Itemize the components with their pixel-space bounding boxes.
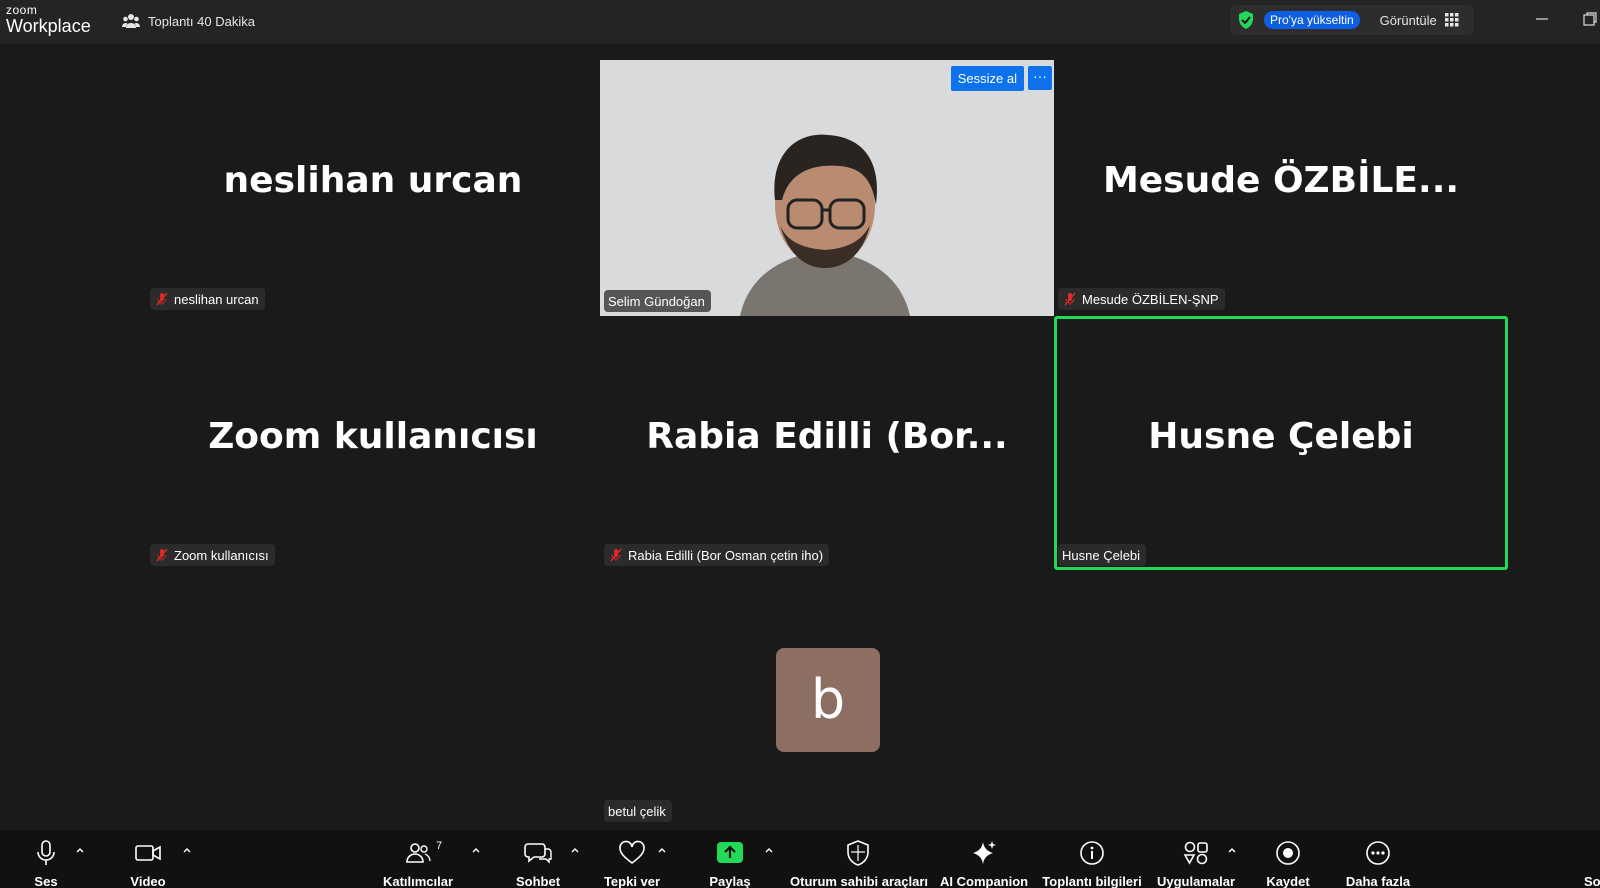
chat-bubble-icon: [524, 843, 552, 864]
record-label: Kaydet: [1266, 874, 1310, 888]
participant-nameplate: betul çelik: [604, 800, 672, 822]
video-camera-icon: [135, 845, 161, 861]
host-tools-button[interactable]: Oturum sahibi araçları: [790, 830, 928, 888]
record-button[interactable]: Kaydet: [1258, 830, 1318, 888]
person-video-feed: [600, 60, 1054, 316]
active-speaker-tile[interactable]: Husne Çelebi Husne Çelebi: [1054, 316, 1508, 570]
minimize-icon[interactable]: [1534, 11, 1550, 27]
title-bar: zoom Workplace Toplantı 40 Dakika Pro'ya…: [0, 0, 1600, 44]
apps-label: Uygulamalar: [1156, 874, 1236, 888]
participant-tile[interactable]: neslihan urcan neslihan urcan: [146, 60, 600, 314]
apps-button[interactable]: Uygulamalar: [1156, 830, 1236, 888]
audio-button[interactable]: Ses: [24, 830, 68, 888]
react-label: Tepki ver: [603, 874, 661, 888]
chat-label: Sohbet: [515, 874, 561, 888]
meeting-title-text: Toplantı 40 Dakika: [148, 13, 255, 29]
logo-bottom-text: Workplace: [6, 16, 91, 36]
react-options-chevron-up-icon[interactable]: [656, 844, 668, 856]
participant-nameplate: Mesude ÖZBİLEN-ŞNP: [1058, 288, 1225, 310]
apps-icon: [1183, 841, 1208, 865]
meeting-info-label: Toplantı bilgileri: [1042, 874, 1142, 888]
audio-options-chevron-up-icon[interactable]: [74, 844, 86, 856]
participants-icon: [406, 843, 431, 863]
grid-view-icon[interactable]: [1444, 13, 1459, 27]
shield-check-icon[interactable]: [1236, 10, 1256, 30]
host-tools-label: Oturum sahibi araçları: [790, 874, 928, 888]
video-label: Video: [130, 874, 166, 888]
shield-icon: [847, 840, 869, 866]
participant-display-name: Rabia Edilli (Bor...: [646, 416, 1008, 457]
participant-display-name: Zoom kullanıcısı: [208, 416, 538, 457]
chat-options-chevron-up-icon[interactable]: [569, 844, 581, 856]
ai-companion-label: AI Companion: [940, 874, 1029, 888]
ai-companion-button[interactable]: AI Companion: [940, 830, 1028, 888]
participant-count-badge: 7: [436, 840, 443, 852]
zoom-logo: zoom Workplace: [6, 4, 91, 35]
avatar: b: [776, 648, 880, 752]
end-button[interactable]: So: [1584, 830, 1600, 888]
participant-tile[interactable]: Zoom kullanıcısı Zoom kullanıcısı: [146, 316, 600, 570]
participant-name: Husne Çelebi: [1062, 547, 1141, 563]
end-label: So: [1584, 874, 1600, 888]
participant-name: neslihan urcan: [174, 291, 259, 307]
restore-icon[interactable]: [1582, 11, 1598, 27]
heart-icon: [619, 840, 645, 865]
participants-options-chevron-up-icon[interactable]: [470, 844, 482, 856]
upgrade-pro-button[interactable]: Pro'ya yükseltin: [1264, 11, 1360, 29]
participant-name: Selim Gündoğan: [608, 293, 705, 309]
participant-display-name: Husne Çelebi: [1148, 416, 1414, 457]
participant-nameplate: Husne Çelebi: [1058, 544, 1147, 566]
participant-display-name: Mesude ÖZBİLE...: [1102, 160, 1460, 201]
share-label: Paylaş: [709, 874, 751, 888]
unmute-button[interactable]: Sessize al: [950, 66, 1024, 91]
participant-tile[interactable]: Rabia Edilli (Bor... Rabia Edilli (Bor O…: [600, 316, 1054, 570]
video-options-chevron-up-icon[interactable]: [181, 844, 193, 856]
apps-options-chevron-up-icon[interactable]: [1226, 844, 1238, 856]
participant-nameplate: neslihan urcan: [150, 288, 265, 310]
meeting-stage: neslihan urcan neslihan urcan Sessize al…: [0, 44, 1600, 830]
video-button[interactable]: Video: [124, 830, 172, 888]
muted-mic-icon: [156, 292, 168, 306]
more-dots-icon: [1366, 841, 1390, 865]
react-button[interactable]: Tepki ver: [602, 830, 662, 888]
participant-name: Mesude ÖZBİLEN-ŞNP: [1082, 291, 1219, 307]
meeting-toolbar: Ses Video Katılımcılar 7 Sohbet Tepki ve…: [0, 830, 1600, 888]
share-screen-icon: [717, 842, 743, 863]
share-options-chevron-up-icon[interactable]: [763, 844, 775, 856]
participant-nameplate: Selim Gündoğan: [604, 290, 711, 312]
participants-label: Katılımcılar: [382, 874, 454, 888]
view-button[interactable]: Görüntüle: [1380, 13, 1437, 28]
info-icon: [1080, 841, 1104, 865]
participant-nameplate: Zoom kullanıcısı: [150, 544, 275, 566]
meeting-title[interactable]: Toplantı 40 Dakika: [122, 10, 255, 32]
muted-mic-icon: [1064, 292, 1076, 306]
audio-label: Ses: [34, 874, 58, 888]
microphone-icon: [37, 840, 55, 865]
logo-top-text: zoom: [6, 3, 38, 17]
share-button[interactable]: Paylaş: [704, 830, 756, 888]
record-icon: [1276, 841, 1300, 865]
sparkle-icon: [973, 841, 996, 864]
top-right-controls: Pro'ya yükseltin Görüntüle: [1230, 5, 1474, 35]
more-label: Daha fazla: [1345, 874, 1411, 888]
participant-display-name: neslihan urcan: [223, 160, 523, 201]
participant-nameplate: Rabia Edilli (Bor Osman çetin iho): [604, 544, 830, 566]
meeting-info-button[interactable]: Toplantı bilgileri: [1040, 830, 1144, 888]
participant-name: Zoom kullanıcısı: [174, 547, 269, 563]
chat-button[interactable]: Sohbet: [512, 830, 564, 888]
participant-name: Rabia Edilli (Bor Osman çetin iho): [628, 547, 824, 563]
muted-mic-icon: [156, 548, 168, 562]
participant-name: betul çelik: [608, 803, 666, 819]
muted-mic-icon: [610, 548, 622, 562]
video-tile[interactable]: Sessize al ··· Selim Gündoğan: [600, 60, 1054, 316]
more-button[interactable]: Daha fazla: [1340, 830, 1416, 888]
more-options-button[interactable]: ···: [1028, 66, 1052, 90]
participants-group-icon: [122, 14, 140, 28]
participant-tile[interactable]: Mesude ÖZBİLE... Mesude ÖZBİLEN-ŞNP: [1054, 60, 1508, 314]
participants-button[interactable]: Katılımcılar: [380, 830, 456, 888]
